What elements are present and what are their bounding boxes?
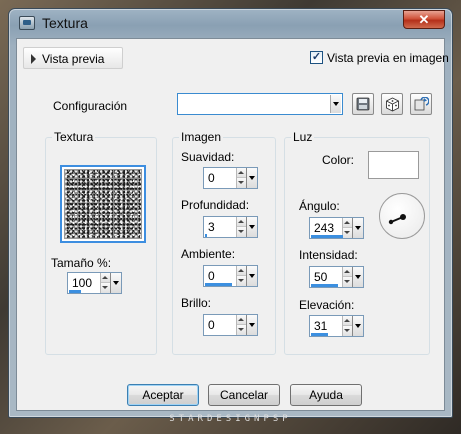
ambient-label: Ambiente: bbox=[181, 247, 236, 261]
ok-button[interactable]: Aceptar bbox=[127, 384, 199, 406]
ambient-spinner[interactable]: 0 bbox=[203, 265, 258, 287]
save-icon bbox=[356, 97, 370, 111]
chevron-down-icon[interactable] bbox=[352, 316, 363, 336]
texture-picker[interactable] bbox=[60, 165, 146, 243]
depth-label: Profundidad: bbox=[181, 198, 250, 212]
angle-dial[interactable] bbox=[379, 193, 425, 239]
chevron-down-icon[interactable] bbox=[330, 95, 341, 113]
shine-stepper[interactable] bbox=[236, 315, 246, 335]
angle-stepper[interactable] bbox=[342, 218, 352, 238]
smoothness-spinner[interactable]: 0 bbox=[203, 167, 258, 189]
angle-spinner[interactable]: 243 bbox=[309, 217, 364, 239]
texture-group-title: Textura bbox=[52, 130, 96, 144]
intensity-spinner[interactable]: 50 bbox=[309, 266, 364, 288]
depth-level-bar bbox=[205, 234, 207, 237]
light-color-swatch[interactable] bbox=[368, 151, 419, 179]
angle-value: 243 bbox=[314, 221, 335, 235]
config-label: Configuración bbox=[53, 99, 128, 113]
ambient-value: 0 bbox=[208, 269, 215, 283]
texture-preview bbox=[64, 169, 142, 239]
chevron-down-icon[interactable] bbox=[352, 218, 363, 238]
intensity-label: Intensidad: bbox=[299, 248, 358, 262]
size-level-bar bbox=[69, 290, 81, 293]
elevation-stepper[interactable] bbox=[342, 316, 352, 336]
chevron-down-icon[interactable] bbox=[246, 217, 257, 237]
color-label: Color: bbox=[322, 153, 355, 167]
size-spinner[interactable]: 100 bbox=[67, 272, 122, 294]
depth-stepper[interactable] bbox=[236, 217, 246, 237]
reset-icon bbox=[414, 96, 429, 110]
smoothness-stepper[interactable] bbox=[236, 168, 246, 188]
elevation-level-bar bbox=[311, 333, 328, 336]
size-value: 100 bbox=[72, 276, 93, 290]
title-bar: Textura ✕ bbox=[9, 9, 452, 37]
intensity-level-bar bbox=[311, 284, 338, 287]
ambient-stepper[interactable] bbox=[236, 266, 246, 286]
dice-icon bbox=[385, 96, 399, 112]
cancel-button[interactable]: Cancelar bbox=[208, 384, 280, 406]
smoothness-label: Suavidad: bbox=[181, 150, 235, 164]
chevron-down-icon[interactable] bbox=[246, 315, 257, 335]
image-group: Imagen Suavidad: 0 Profundidad: 3 Ambien… bbox=[172, 130, 276, 355]
intensity-value: 50 bbox=[314, 270, 328, 284]
angle-label: Ángulo: bbox=[299, 199, 340, 213]
app-icon bbox=[19, 16, 35, 30]
chevron-down-icon[interactable] bbox=[110, 273, 121, 293]
elevation-value: 31 bbox=[314, 319, 328, 333]
close-button[interactable]: ✕ bbox=[403, 10, 445, 29]
depth-value: 3 bbox=[208, 220, 215, 234]
preview-on-image-checkbox[interactable]: ✓ bbox=[310, 51, 323, 64]
intensity-stepper[interactable] bbox=[342, 267, 352, 287]
chevron-down-icon[interactable] bbox=[352, 267, 363, 287]
help-button[interactable]: Ayuda bbox=[290, 384, 362, 406]
shine-value: 0 bbox=[208, 318, 215, 332]
light-group-title: Luz bbox=[291, 130, 315, 144]
window-title: Textura bbox=[42, 15, 88, 31]
shine-spinner[interactable]: 0 bbox=[203, 314, 258, 336]
preview-toggle-button[interactable]: Vista previa bbox=[23, 47, 123, 69]
elevation-label: Elevación: bbox=[299, 298, 355, 312]
light-group: Luz Color: Ángulo: 243 Intensidad: 50 El… bbox=[284, 130, 430, 355]
chevron-down-icon[interactable] bbox=[246, 266, 257, 286]
save-preset-button[interactable] bbox=[352, 93, 374, 115]
depth-spinner[interactable]: 3 bbox=[203, 216, 258, 238]
shine-label: Brillo: bbox=[181, 296, 212, 310]
image-group-title: Imagen bbox=[179, 130, 224, 144]
texture-group: Textura Tamaño %: 100 bbox=[45, 130, 157, 355]
preview-on-image-option[interactable]: ✓ Vista previa en imagen bbox=[310, 50, 449, 66]
preview-toggle-label: Vista previa bbox=[42, 52, 105, 66]
size-label: Tamaño %: bbox=[51, 256, 112, 270]
preview-bar: Vista previa ✓ Vista previa en imagen bbox=[23, 47, 449, 71]
expand-arrow-icon bbox=[31, 54, 36, 64]
randomize-button[interactable] bbox=[381, 93, 403, 115]
reset-button[interactable] bbox=[410, 93, 432, 115]
elevation-spinner[interactable]: 31 bbox=[309, 315, 364, 337]
config-dropdown[interactable] bbox=[177, 93, 343, 115]
preview-on-image-label: Vista previa en imagen bbox=[327, 51, 449, 65]
watermark-text: STARDESIGNPSP bbox=[169, 414, 292, 424]
smoothness-value: 0 bbox=[208, 171, 215, 185]
size-stepper[interactable] bbox=[100, 273, 110, 293]
dialog-body: Vista previa ✓ Vista previa en imagen Co… bbox=[16, 38, 449, 411]
chevron-down-icon[interactable] bbox=[246, 168, 257, 188]
angle-dial-needle-icon bbox=[388, 214, 406, 225]
dialog-window: Textura ✕ Vista previa ✓ Vista previa en… bbox=[8, 8, 453, 418]
angle-level-bar bbox=[311, 235, 343, 238]
ambient-level-bar bbox=[205, 283, 232, 286]
